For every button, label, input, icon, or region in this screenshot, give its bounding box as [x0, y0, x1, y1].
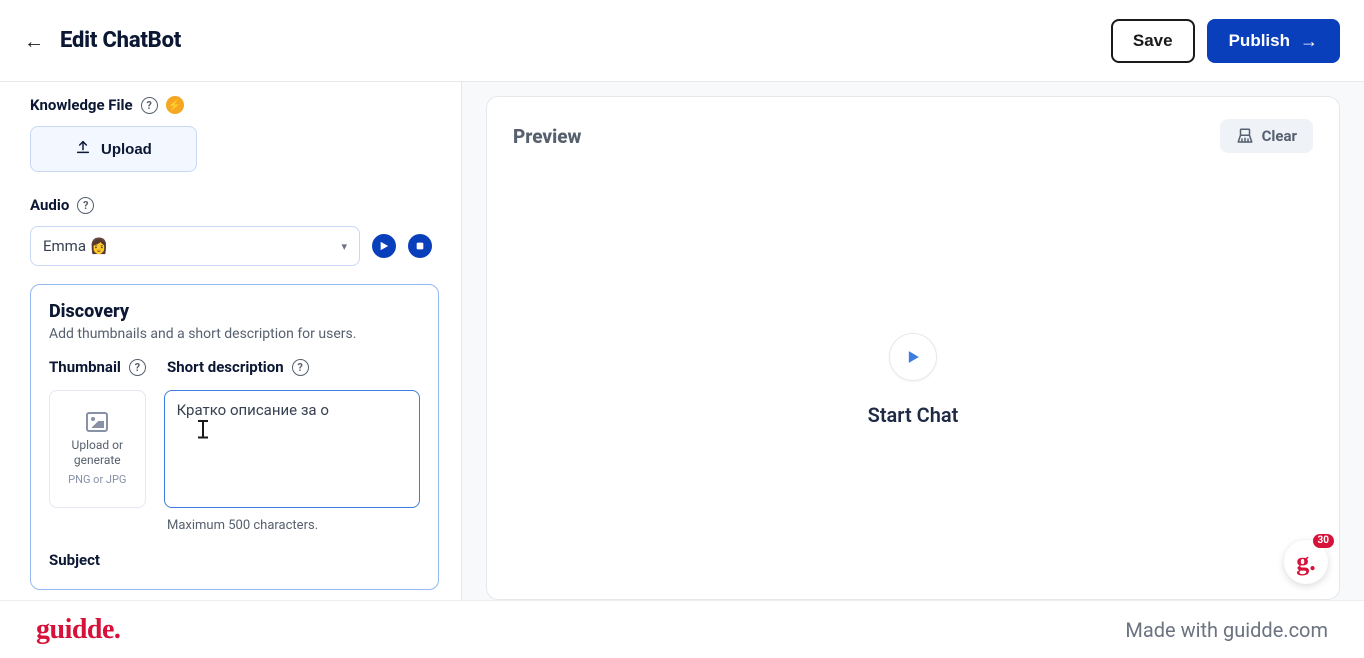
guidde-badge[interactable]: g. 30: [1284, 540, 1328, 584]
shortdesc-label: Short description ?: [167, 358, 309, 376]
thumbnail-main-text: Upload or generate: [56, 438, 139, 467]
thumbnail-upload-box[interactable]: Upload or generate PNG or JPG: [49, 390, 146, 508]
preview-title: Preview: [513, 125, 581, 148]
start-chat-play-button[interactable]: [889, 333, 937, 381]
upload-label: Upload: [101, 141, 152, 158]
form-panel: Knowledge File ? ⚡ Upload Audio ? Emma 👩…: [0, 82, 462, 600]
description-helper-text: Maximum 500 characters.: [167, 518, 420, 533]
bolt-icon: ⚡: [166, 96, 184, 114]
header-bar: ← Edit ChatBot Save Publish →: [0, 0, 1364, 82]
play-audio-button[interactable]: [372, 234, 396, 258]
help-icon[interactable]: ?: [129, 359, 146, 376]
publish-label: Publish: [1229, 31, 1290, 51]
upload-button[interactable]: Upload: [30, 126, 197, 172]
audio-row: Emma 👩 ▾: [30, 226, 445, 266]
discovery-card: Discovery Add thumbnails and a short des…: [30, 284, 439, 590]
audio-block: Audio ? Emma 👩 ▾: [30, 196, 445, 266]
thumbnail-label-text: Thumbnail: [49, 358, 121, 376]
publish-button[interactable]: Publish →: [1207, 19, 1340, 63]
start-chat-label: Start Chat: [868, 403, 959, 427]
chevron-down-icon: ▾: [341, 240, 347, 253]
knowledge-file-label-text: Knowledge File: [30, 96, 133, 114]
page-title: Edit ChatBot: [60, 28, 181, 53]
discovery-columns: Upload or generate PNG or JPG: [49, 390, 420, 508]
short-description-input[interactable]: [164, 390, 420, 508]
badge-count: 30: [1313, 534, 1334, 548]
help-icon[interactable]: ?: [141, 97, 158, 114]
preview-card: Preview Clear Start Chat: [486, 96, 1340, 600]
discovery-title: Discovery: [49, 301, 420, 322]
image-placeholder-icon: [86, 412, 108, 432]
guidde-q-icon: g.: [1296, 547, 1316, 577]
audio-select[interactable]: Emma 👩 ▾: [30, 226, 360, 266]
upload-icon: [75, 139, 91, 159]
stop-audio-button[interactable]: [408, 234, 432, 258]
help-icon[interactable]: ?: [292, 359, 309, 376]
content-area: Knowledge File ? ⚡ Upload Audio ? Emma 👩…: [0, 82, 1364, 600]
discovery-column-labels: Thumbnail ? Short description ?: [49, 358, 420, 390]
preview-body: Start Chat: [487, 161, 1339, 599]
back-arrow-icon[interactable]: ←: [24, 31, 44, 51]
audio-label: Audio ?: [30, 196, 445, 214]
clear-button[interactable]: Clear: [1220, 119, 1313, 153]
header-right: Save Publish →: [1111, 19, 1340, 63]
footer-bar: guidde. Made with guidde.com: [0, 600, 1364, 658]
broom-icon: [1236, 127, 1254, 145]
audio-label-text: Audio: [30, 196, 69, 214]
shortdesc-label-text: Short description: [167, 358, 284, 376]
discovery-subtitle: Add thumbnails and a short description f…: [49, 326, 420, 342]
footer-brand: guidde.: [36, 614, 120, 646]
knowledge-file-label: Knowledge File ? ⚡: [30, 96, 445, 114]
thumbnail-label: Thumbnail ?: [49, 358, 149, 376]
help-icon[interactable]: ?: [77, 197, 94, 214]
footer-credit: Made with guidde.com: [1125, 618, 1328, 642]
clear-label: Clear: [1262, 127, 1297, 145]
arrow-right-icon: →: [1300, 32, 1318, 50]
knowledge-file-block: Knowledge File ? ⚡ Upload: [30, 96, 445, 172]
header-left: ← Edit ChatBot: [24, 28, 181, 53]
preview-header: Preview Clear: [487, 97, 1339, 161]
thumbnail-sub-text: PNG or JPG: [68, 473, 126, 486]
subject-label: Subject: [49, 551, 420, 569]
preview-panel: Preview Clear Start Chat: [462, 82, 1364, 600]
audio-selected-value: Emma 👩: [43, 237, 108, 255]
save-button[interactable]: Save: [1111, 19, 1195, 63]
